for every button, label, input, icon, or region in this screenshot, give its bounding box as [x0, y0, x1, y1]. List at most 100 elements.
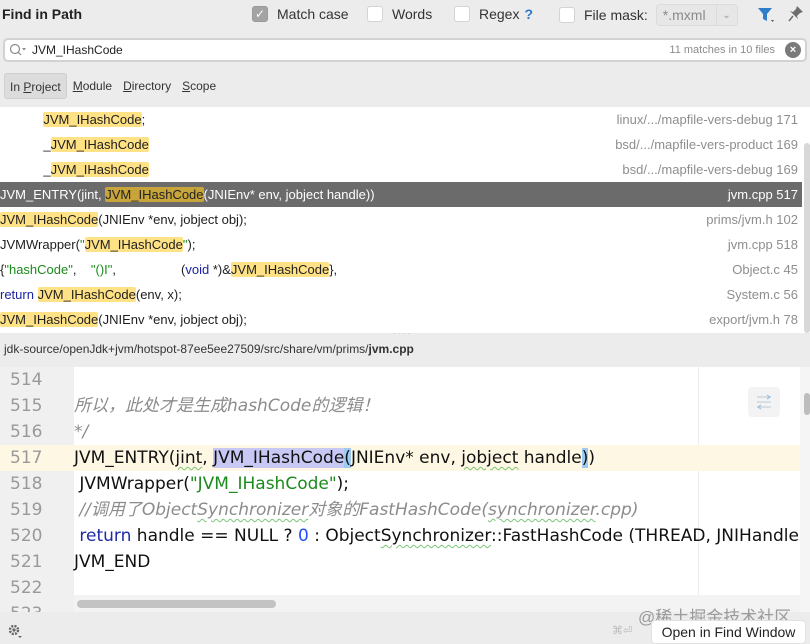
result-row[interactable]: JVMWrapper("JVM_IHashCode"); jvm.cpp 518	[0, 232, 802, 257]
regex-label: Regex	[479, 6, 520, 22]
tab-label: cope	[190, 79, 217, 93]
tab-label: irectory	[131, 79, 172, 93]
result-row-selected[interactable]: JVM_ENTRY(jint, JVM_IHashCode(JNIEnv* en…	[0, 182, 802, 207]
pin-icon[interactable]	[788, 5, 804, 23]
match-highlight: JVM_IHashCode	[43, 112, 142, 127]
result-location: Object.c 45	[732, 262, 798, 277]
result-location: prims/jvm.h 102	[706, 212, 798, 227]
vertical-scrollbar[interactable]	[804, 393, 810, 415]
match-case-label: Match case	[277, 6, 349, 22]
result-code: _JVM_IHashCode	[43, 137, 149, 152]
dialog-footer: @稀土掘金技术社区 ⌘⏎ Open in Find Window	[0, 608, 810, 644]
code-line: 520 return handle == NULL ? 0 : ObjectSy…	[0, 523, 810, 549]
result-row[interactable]: _JVM_IHashCode bsd/.../mapfile-vers-prod…	[0, 132, 802, 157]
horizontal-scrollbar[interactable]	[77, 600, 276, 608]
result-location: bsd/.../mapfile-vers-debug 169	[622, 162, 798, 177]
code-comment: 所以，此处才是生成hashCode的逻辑！	[74, 396, 380, 416]
tab-mnemonic: D	[123, 79, 132, 93]
dialog-header: Find in Path ✓ Match case Words Regex ? …	[0, 0, 810, 30]
code-text: JVM_END	[74, 552, 151, 572]
file-mask-value[interactable]: *.mxml	[657, 5, 717, 25]
tab-module[interactable]: Module	[68, 73, 117, 99]
result-location: System.c 56	[726, 287, 798, 302]
search-field[interactable]: JVM_IHashCode 11 matches in 10 files ×	[3, 38, 807, 62]
code-comment: //调用了ObjectSynchronizer对象的FastHashCode(s…	[74, 500, 639, 520]
code-comment: */	[74, 422, 89, 442]
match-case-option[interactable]: ✓ Match case	[252, 6, 349, 22]
result-code: JVMWrapper("JVM_IHashCode");	[0, 237, 196, 252]
line-number: 516	[10, 422, 43, 442]
result-code: return JVM_IHashCode(env, x);	[0, 287, 182, 302]
file-path-name: jvm.cpp	[368, 342, 414, 356]
result-location: jvm.cpp 517	[727, 187, 798, 202]
file-mask-dropdown[interactable]: *.mxml ⌄	[655, 4, 738, 26]
tab-label: odule	[82, 79, 113, 93]
code-line: 514	[0, 367, 800, 393]
match-highlight: JVM_IHashCode	[105, 187, 204, 202]
match-highlight: JVM_IHashCode	[37, 287, 136, 302]
match-case-checkbox[interactable]: ✓	[252, 6, 268, 22]
line-number: 519	[10, 500, 43, 520]
chevron-down-icon[interactable]: ⌄	[717, 10, 737, 21]
line-number: 514	[10, 370, 43, 390]
line-number: 517	[10, 445, 60, 471]
file-mask-option[interactable]: File mask: *.mxml ⌄	[559, 4, 738, 26]
words-checkbox[interactable]	[367, 6, 383, 22]
file-mask-label: File mask:	[584, 7, 648, 23]
line-number: 521	[10, 552, 43, 572]
result-location: linux/.../mapfile-vers-debug 171	[616, 112, 798, 127]
tab-label: In	[10, 80, 24, 94]
result-row[interactable]: JVM_IHashCode(JNIEnv *env, jobject obj);…	[0, 207, 802, 232]
shortcut-hint: ⌘⏎	[612, 625, 633, 637]
code-line: 516 */	[0, 419, 800, 445]
line-number: 515	[10, 396, 43, 416]
match-count: 11 matches in 10 files	[669, 44, 775, 56]
result-code: JVM_IHashCode;	[43, 112, 146, 127]
filter-icon[interactable]	[757, 6, 775, 24]
file-path: jdk-source/openJdk+jvm/hotspot-87ee5ee27…	[4, 342, 414, 356]
regex-help-link[interactable]: ?	[524, 6, 533, 22]
code-line: 515 所以，此处才是生成hashCode的逻辑！	[0, 393, 800, 419]
search-icon[interactable]	[9, 43, 27, 57]
clear-search-icon[interactable]: ×	[785, 42, 801, 58]
gear-icon[interactable]	[7, 623, 23, 639]
words-label: Words	[392, 6, 433, 22]
result-row[interactable]: JVM_IHashCode; linux/.../mapfile-vers-de…	[0, 107, 802, 132]
line-number: 523	[10, 601, 60, 612]
result-code: {"hashCode", "()I", (void *)&JVM_IHashCo…	[0, 262, 338, 277]
tab-directory[interactable]: Directory	[118, 73, 176, 99]
match-highlight: JVM_IHashCode	[50, 162, 149, 177]
code-line: 519 //调用了ObjectSynchronizer对象的FastHashCo…	[0, 497, 800, 523]
results-scrollbar[interactable]	[804, 143, 810, 333]
reader-mode-button[interactable]	[748, 387, 780, 417]
code-text: JVM_ENTRY(jint, JVM_IHashCode(JNIEnv* en…	[74, 448, 595, 468]
splitter-handle[interactable]: · · · ·	[393, 329, 413, 338]
tab-in-project[interactable]: In Project	[4, 73, 67, 99]
words-option[interactable]: Words	[367, 6, 432, 22]
file-mask-checkbox[interactable]	[559, 7, 575, 23]
match-highlight: JVM_IHashCode	[0, 212, 99, 227]
code-preview[interactable]: 514 515 所以，此处才是生成hashCode的逻辑！ 516 */ 517 JV…	[0, 367, 810, 612]
dialog-title: Find in Path	[2, 6, 83, 22]
result-code: _JVM_IHashCode	[43, 162, 149, 177]
tab-scope[interactable]: Scope	[177, 73, 221, 99]
result-row[interactable]: return JVM_IHashCode(env, x); System.c 5…	[0, 282, 802, 307]
regex-option[interactable]: Regex ?	[454, 6, 533, 22]
search-input[interactable]: JVM_IHashCode	[32, 43, 123, 57]
result-code: JVM_IHashCode(JNIEnv *env, jobject obj);	[0, 312, 247, 327]
result-location: export/jvm.h 78	[709, 312, 798, 327]
reader-mode-icon	[756, 394, 772, 410]
result-location: bsd/.../mapfile-vers-product 169	[615, 137, 798, 152]
match-highlight: JVM_IHashCode	[0, 312, 99, 327]
match-highlight: JVM_IHashCode	[230, 262, 330, 277]
brace-match: (	[344, 448, 351, 468]
regex-checkbox[interactable]	[454, 6, 470, 22]
line-number: 522	[10, 578, 43, 598]
tab-label: roject	[31, 80, 61, 94]
tab-mnemonic: S	[182, 79, 191, 93]
code-line: 521 JVM_END	[0, 549, 800, 575]
result-row[interactable]: {"hashCode", "()I", (void *)&JVM_IHashCo…	[0, 257, 802, 282]
result-row[interactable]: _JVM_IHashCode bsd/.../mapfile-vers-debu…	[0, 157, 802, 182]
open-in-find-window-button[interactable]: Open in Find Window	[652, 621, 805, 643]
match-highlight: JVM_IHashCode	[84, 237, 183, 252]
